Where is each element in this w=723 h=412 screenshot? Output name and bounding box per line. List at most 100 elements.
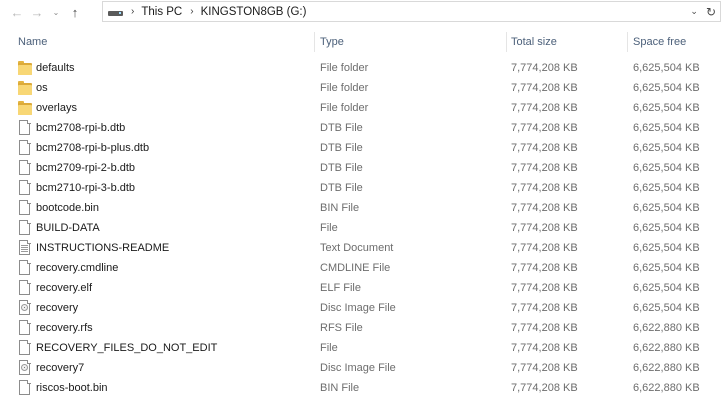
file-name: riscos-boot.bin <box>36 382 108 394</box>
drive-icon <box>108 9 123 17</box>
total-size: 7,774,208 KB <box>511 242 578 254</box>
file-icon <box>18 380 32 396</box>
list-item[interactable]: recovery.rfs RFS File 7,774,208 KB 6,622,88… <box>0 318 723 338</box>
address-controls: ⌄ ↻ <box>690 2 716 21</box>
file-name: bootcode.bin <box>36 202 99 214</box>
file-type: BIN File <box>320 382 360 394</box>
file-type: DTB File <box>320 142 363 154</box>
space-free: 6,622,880 KB <box>633 342 700 354</box>
breadcrumb-separator[interactable]: › <box>190 6 193 17</box>
chevron-down-icon[interactable]: ⌄ <box>690 6 698 17</box>
file-type: File <box>320 222 338 234</box>
file-type: DTB File <box>320 162 363 174</box>
list-item[interactable]: bcm2710-rpi-3-b.dtb DTB File 7,774,208 KB 6… <box>0 178 723 198</box>
file-name: overlays <box>36 102 77 114</box>
breadcrumb-this-pc[interactable]: This PC <box>141 6 182 18</box>
file-icon <box>18 260 32 276</box>
list-item[interactable]: recovery7 Disc Image File 7,774,208 KB 6,62… <box>0 358 723 378</box>
breadcrumb-separator[interactable]: › <box>131 6 134 17</box>
list-item[interactable]: riscos-boot.bin BIN File 7,774,208 KB 6,622… <box>0 378 723 398</box>
disc-image-icon <box>18 300 32 316</box>
space-free: 6,625,504 KB <box>633 82 700 94</box>
list-item[interactable]: BUILD-DATA File 7,774,208 KB 6,625,504 KB <box>0 218 723 238</box>
file-icon <box>18 160 32 176</box>
column-divider[interactable] <box>314 32 315 52</box>
folder-icon <box>18 80 32 96</box>
file-name: bcm2708-rpi-b.dtb <box>36 122 126 134</box>
total-size: 7,774,208 KB <box>511 322 578 334</box>
file-type: Disc Image File <box>320 362 396 374</box>
file-icon <box>18 320 32 336</box>
file-icon <box>18 220 32 236</box>
column-header-type[interactable]: Type <box>316 30 506 54</box>
list-item[interactable]: os File folder 7,774,208 KB 6,625,504 KB <box>0 78 723 98</box>
address-bar[interactable]: › This PC › KINGSTON8GB (G:) ⌄ ↻ <box>102 1 721 22</box>
list-item[interactable]: bootcode.bin BIN File 7,774,208 KB 6,625,50… <box>0 198 723 218</box>
column-header-name[interactable]: Name <box>14 30 314 54</box>
total-size: 7,774,208 KB <box>511 142 578 154</box>
file-name: BUILD-DATA <box>36 222 100 234</box>
total-size: 7,774,208 KB <box>511 342 578 354</box>
list-item[interactable]: bcm2709-rpi-2-b.dtb DTB File 7,774,208 KB 6… <box>0 158 723 178</box>
total-size: 7,774,208 KB <box>511 302 578 314</box>
total-size: 7,774,208 KB <box>511 182 578 194</box>
file-type: ELF File <box>320 282 361 294</box>
recent-locations-chevron-icon[interactable]: ⌄ <box>50 1 62 23</box>
file-name: recovery7 <box>36 362 85 374</box>
space-free: 6,622,880 KB <box>633 362 700 374</box>
space-free: 6,625,504 KB <box>633 62 700 74</box>
disc-image-icon <box>18 360 32 376</box>
column-header-total-size[interactable]: Total size <box>507 30 627 54</box>
total-size: 7,774,208 KB <box>511 362 578 374</box>
file-name: recovery.cmdline <box>36 262 119 274</box>
file-icon <box>18 140 32 156</box>
file-icon <box>18 180 32 196</box>
file-name: INSTRUCTIONS-README <box>36 242 170 254</box>
column-headers: Name Type Total size Space free <box>0 30 723 54</box>
file-type: File <box>320 342 338 354</box>
file-name: os <box>36 82 48 94</box>
space-free: 6,625,504 KB <box>633 302 700 314</box>
column-divider[interactable] <box>627 32 628 52</box>
file-type: CMDLINE File <box>320 262 391 274</box>
total-size: 7,774,208 KB <box>511 262 578 274</box>
total-size: 7,774,208 KB <box>511 62 578 74</box>
list-item[interactable]: recovery.cmdline CMDLINE File 7,774,208 KB… <box>0 258 723 278</box>
navigation-bar: ← → ⌄ ↑ › This PC › KINGSTON8GB (G:) ⌄ ↻ <box>0 0 723 24</box>
list-item[interactable]: recovery.elf ELF File 7,774,208 KB 6,625,50… <box>0 278 723 298</box>
space-free: 6,625,504 KB <box>633 142 700 154</box>
space-free: 6,625,504 KB <box>633 262 700 274</box>
column-header-space-free[interactable]: Space free <box>629 30 721 54</box>
file-type: BIN File <box>320 202 360 214</box>
total-size: 7,774,208 KB <box>511 382 578 394</box>
space-free: 6,622,880 KB <box>633 322 700 334</box>
file-icon <box>18 280 32 296</box>
list-item[interactable]: overlays File folder 7,774,208 KB 6,625,504… <box>0 98 723 118</box>
file-name: recovery.elf <box>36 282 93 294</box>
breadcrumb-drive[interactable]: KINGSTON8GB (G:) <box>201 6 307 18</box>
up-arrow-icon[interactable]: ↑ <box>66 1 84 23</box>
file-icon <box>18 120 32 136</box>
file-type: File folder <box>320 102 369 114</box>
total-size: 7,774,208 KB <box>511 82 578 94</box>
space-free: 6,625,504 KB <box>633 202 700 214</box>
file-explorer-window: ← → ⌄ ↑ › This PC › KINGSTON8GB (G:) ⌄ ↻… <box>0 0 723 412</box>
forward-arrow-icon[interactable]: → <box>28 1 46 23</box>
file-name: defaults <box>36 62 75 74</box>
total-size: 7,774,208 KB <box>511 122 578 134</box>
back-arrow-icon[interactable]: ← <box>8 1 26 23</box>
file-icon <box>18 200 32 216</box>
refresh-icon[interactable]: ↻ <box>706 5 716 19</box>
list-item[interactable]: RECOVERY_FILES_DO_NOT_EDIT File 7,774,208 … <box>0 338 723 358</box>
file-list: defaults File folder 7,774,208 KB 6,625,504… <box>0 58 723 398</box>
list-item[interactable]: bcm2708-rpi-b-plus.dtb DTB File 7,774,208 … <box>0 138 723 158</box>
list-item[interactable]: INSTRUCTIONS-README Text Document 7,774,20… <box>0 238 723 258</box>
total-size: 7,774,208 KB <box>511 162 578 174</box>
list-item[interactable]: bcm2708-rpi-b.dtb DTB File 7,774,208 KB 6,6… <box>0 118 723 138</box>
list-item[interactable]: recovery Disc Image File 7,774,208 KB 6,625… <box>0 298 723 318</box>
file-name: recovery <box>36 302 79 314</box>
file-type: Text Document <box>320 242 394 254</box>
file-type: File folder <box>320 82 369 94</box>
space-free: 6,625,504 KB <box>633 182 700 194</box>
list-item[interactable]: defaults File folder 7,774,208 KB 6,625,504… <box>0 58 723 78</box>
